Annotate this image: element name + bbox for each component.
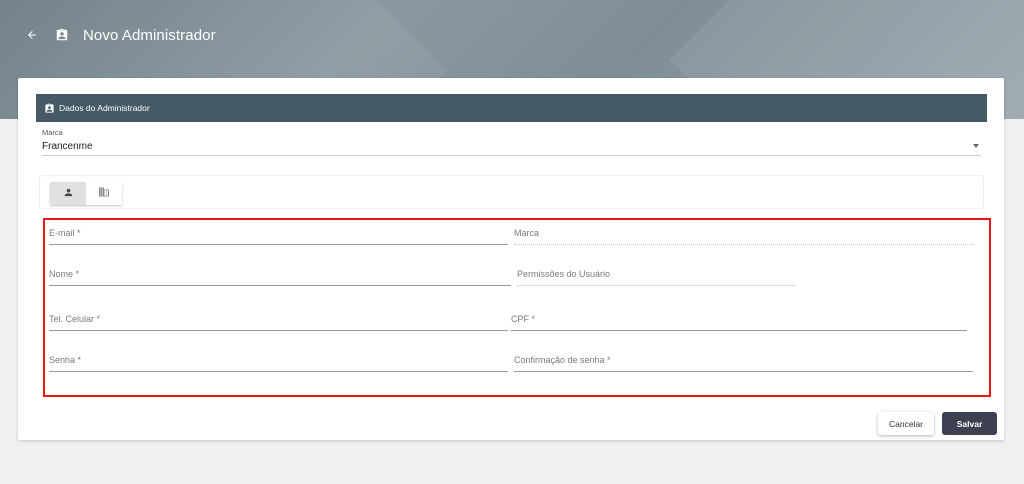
top-bar: Novo Administrador xyxy=(0,18,600,52)
marca-field: Marca xyxy=(514,223,974,245)
nome-placeholder: Nome * xyxy=(49,269,80,279)
marca-placeholder: Marca xyxy=(514,228,540,238)
person-icon xyxy=(63,185,74,203)
page-title: Novo Administrador xyxy=(83,26,216,44)
nome-field[interactable]: Nome * xyxy=(49,264,511,286)
section-header: Dados do Administrador xyxy=(36,94,987,122)
celular-field[interactable]: Tel. Celular * xyxy=(49,309,508,331)
user-type-toggle xyxy=(50,182,122,205)
dropdown-arrow-icon xyxy=(973,144,979,148)
section-title: Dados do Administrador xyxy=(59,103,150,113)
senha-placeholder: Senha * xyxy=(49,355,82,365)
email-placeholder: E-mail * xyxy=(49,228,81,238)
tab-business[interactable] xyxy=(86,182,122,205)
senha-field[interactable]: Senha * xyxy=(49,350,508,372)
form-card: Dados do Administrador Marca Francenme E… xyxy=(18,78,1004,440)
contact-card-icon xyxy=(55,27,71,43)
cancel-button[interactable]: Cancelar xyxy=(878,412,934,435)
permissoes-field[interactable]: Permissões do Usuário xyxy=(517,264,795,286)
save-button[interactable]: Salvar xyxy=(942,412,997,435)
permissoes-placeholder: Permissões do Usuário xyxy=(517,269,611,279)
cpf-field[interactable]: CPF * xyxy=(511,309,967,331)
marca-select-value: Francenme xyxy=(42,141,93,152)
confirmacao-senha-field[interactable]: Confirmação de senha * xyxy=(514,350,973,372)
celular-placeholder: Tel. Celular * xyxy=(49,314,101,324)
back-arrow-icon[interactable] xyxy=(23,26,41,44)
business-icon xyxy=(98,185,110,203)
tab-container xyxy=(39,175,984,209)
confirmacao-senha-placeholder: Confirmação de senha * xyxy=(514,355,611,365)
contact-card-icon xyxy=(44,102,56,114)
marca-select-label: Marca xyxy=(42,128,63,137)
tab-person[interactable] xyxy=(50,182,86,205)
email-field[interactable]: E-mail * xyxy=(49,223,508,245)
marca-select[interactable]: Marca Francenme xyxy=(42,128,981,156)
cpf-placeholder: CPF * xyxy=(511,314,536,324)
